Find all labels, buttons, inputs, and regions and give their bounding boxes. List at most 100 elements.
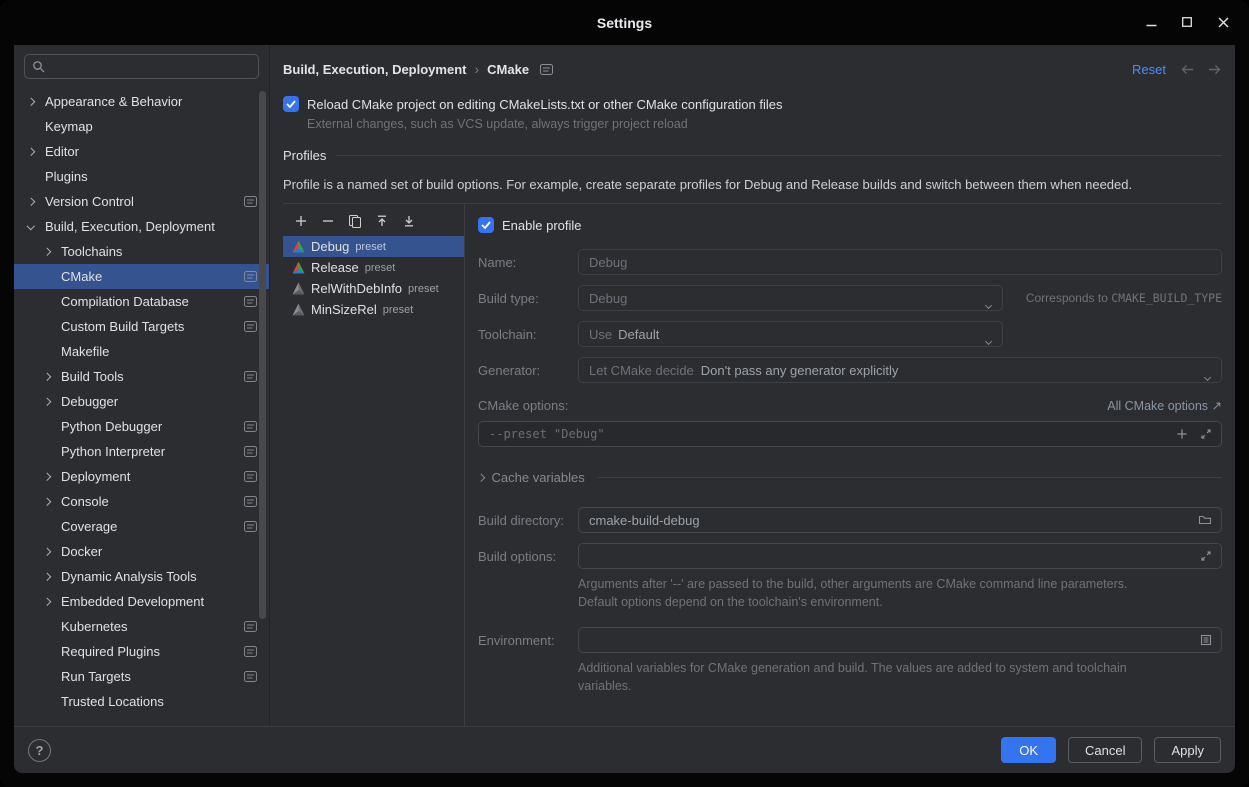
reload-cmake-checkbox-row[interactable]: Reload CMake project on editing CMakeLis… [283, 96, 1222, 112]
chevron-right-icon[interactable] [28, 199, 45, 205]
chevron-right-icon[interactable] [44, 499, 61, 505]
external-link-icon: ↗ [1212, 399, 1222, 413]
section-divider [336, 155, 1222, 156]
sidebar-item-label: Build Tools [61, 369, 124, 384]
expand-icon[interactable] [1200, 428, 1212, 440]
profile-item-minsizerel[interactable]: MinSizeRelpreset [283, 299, 464, 320]
sidebar-item-required-plugins[interactable]: Required Plugins [14, 639, 269, 664]
chevron-right-icon[interactable] [44, 549, 61, 555]
sidebar-item-label: Editor [45, 144, 79, 159]
chevron-down-icon[interactable] [28, 225, 45, 229]
sidebar-item-coverage[interactable]: Coverage [14, 514, 269, 539]
sidebar-item-makefile[interactable]: Makefile [14, 339, 269, 364]
sidebar-item-editor[interactable]: Editor [14, 139, 269, 164]
checkbox-checked-icon[interactable] [478, 217, 494, 233]
sidebar-item-docker[interactable]: Docker [14, 539, 269, 564]
build-options-field[interactable] [578, 543, 1222, 569]
profile-item-release[interactable]: Releasepreset [283, 257, 464, 278]
profile-item-debug[interactable]: Debugpreset [283, 236, 464, 257]
ok-button[interactable]: OK [1001, 737, 1056, 763]
add-button[interactable] [293, 213, 309, 229]
window-title: Settings [597, 15, 652, 31]
sidebar-item-build-tools[interactable]: Build Tools [14, 364, 269, 389]
breadcrumb-separator-icon: › [474, 61, 479, 77]
sidebar-item-python-debugger[interactable]: Python Debugger [14, 414, 269, 439]
sidebar-item-run-targets[interactable]: Run Targets [14, 664, 269, 689]
maximize-button[interactable] [1171, 7, 1203, 37]
chevron-right-icon[interactable] [44, 399, 61, 405]
sidebar-item-build-execution-deployment[interactable]: Build, Execution, Deployment [14, 214, 269, 239]
sidebar-item-debugger[interactable]: Debugger [14, 389, 269, 414]
close-button[interactable] [1207, 7, 1239, 37]
sidebar-item-version-control[interactable]: Version Control [14, 189, 269, 214]
help-icon[interactable]: ? [28, 739, 51, 762]
environment-field[interactable] [578, 627, 1222, 653]
build-directory-field[interactable]: cmake-build-debug [578, 507, 1222, 533]
sidebar-item-compilation-database[interactable]: Compilation Database [14, 289, 269, 314]
sidebar-item-label: Embedded Development [61, 594, 204, 609]
sidebar-item-deployment[interactable]: Deployment [14, 464, 269, 489]
settings-content: Build, Execution, Deployment › CMake Res… [270, 45, 1235, 726]
profile-name: MinSizeRel [311, 302, 377, 317]
expand-icon[interactable] [1200, 550, 1212, 562]
window-controls [1135, 7, 1239, 37]
move-down-button[interactable] [401, 213, 417, 229]
name-field[interactable]: Debug [578, 249, 1222, 275]
sidebar-item-label: Deployment [61, 469, 130, 484]
sidebar-item-appearance-behavior[interactable]: Appearance & Behavior [14, 89, 269, 114]
profiles-area: DebugpresetReleasepresetRelWithDebInfopr… [283, 203, 1222, 726]
cmake-logo-icon [292, 282, 305, 295]
sidebar-item-plugins[interactable]: Plugins [14, 164, 269, 189]
sidebar-item-dynamic-analysis-tools[interactable]: Dynamic Analysis Tools [14, 564, 269, 589]
back-arrow-icon[interactable] [1180, 64, 1195, 75]
sidebar-item-embedded-development[interactable]: Embedded Development [14, 589, 269, 614]
sidebar-item-label: Build, Execution, Deployment [45, 219, 215, 234]
toolchain-select[interactable]: Use Default [578, 321, 1003, 347]
list-icon[interactable] [1200, 634, 1212, 646]
cmake-logo-icon [292, 261, 305, 274]
sidebar-scrollbar[interactable] [259, 91, 266, 619]
chevron-right-icon[interactable] [44, 474, 61, 480]
chevron-right-icon[interactable] [28, 99, 45, 105]
name-label: Name: [478, 255, 578, 270]
cancel-button[interactable]: Cancel [1068, 737, 1142, 763]
sidebar-item-cmake[interactable]: CMake [14, 264, 269, 289]
copy-button[interactable] [347, 213, 363, 229]
sidebar-item-python-interpreter[interactable]: Python Interpreter [14, 439, 269, 464]
chevron-right-icon[interactable] [28, 149, 45, 155]
minimize-button[interactable] [1135, 7, 1167, 37]
cache-variables-toggle[interactable]: Cache variables [478, 470, 1222, 485]
enable-profile-row[interactable]: Enable profile [478, 217, 1222, 233]
cmake-options-field[interactable]: --preset "Debug" [478, 421, 1222, 447]
sidebar-item-trusted-locations[interactable]: Trusted Locations [14, 689, 269, 714]
remove-button[interactable] [320, 213, 336, 229]
build-type-select[interactable]: Debug [578, 285, 1003, 311]
reload-hint-text: External changes, such as VCS update, al… [307, 117, 1222, 131]
chevron-right-icon[interactable] [44, 374, 61, 380]
sidebar-item-console[interactable]: Console [14, 489, 269, 514]
add-icon[interactable] [1176, 428, 1188, 440]
sidebar-item-toolchains[interactable]: Toolchains [14, 239, 269, 264]
checkbox-checked-icon[interactable] [283, 96, 299, 112]
sidebar-item-kubernetes[interactable]: Kubernetes [14, 614, 269, 639]
move-up-button[interactable] [374, 213, 390, 229]
sidebar-item-keymap[interactable]: Keymap [14, 114, 269, 139]
sidebar-item-custom-build-targets[interactable]: Custom Build Targets [14, 314, 269, 339]
breadcrumb-current: CMake [487, 62, 529, 77]
folder-icon[interactable] [1198, 514, 1212, 526]
chevron-right-icon[interactable] [44, 249, 61, 255]
profiles-section-title: Profiles [283, 148, 326, 163]
apply-button[interactable]: Apply [1154, 737, 1221, 763]
forward-arrow-icon[interactable] [1207, 64, 1222, 75]
search-box[interactable] [24, 54, 259, 79]
generator-select[interactable]: Let CMake decide Don't pass any generato… [578, 357, 1222, 383]
profile-item-relwithdebinfo[interactable]: RelWithDebInfopreset [283, 278, 464, 299]
chevron-right-icon[interactable] [44, 574, 61, 580]
sidebar-item-label: Python Debugger [61, 419, 162, 434]
search-input[interactable] [51, 59, 251, 74]
reset-link[interactable]: Reset [1132, 62, 1166, 77]
all-cmake-options-link[interactable]: All CMake options ↗ [1107, 398, 1222, 413]
enable-profile-label: Enable profile [502, 218, 582, 233]
breadcrumb-parent[interactable]: Build, Execution, Deployment [283, 62, 466, 77]
chevron-right-icon[interactable] [44, 599, 61, 605]
